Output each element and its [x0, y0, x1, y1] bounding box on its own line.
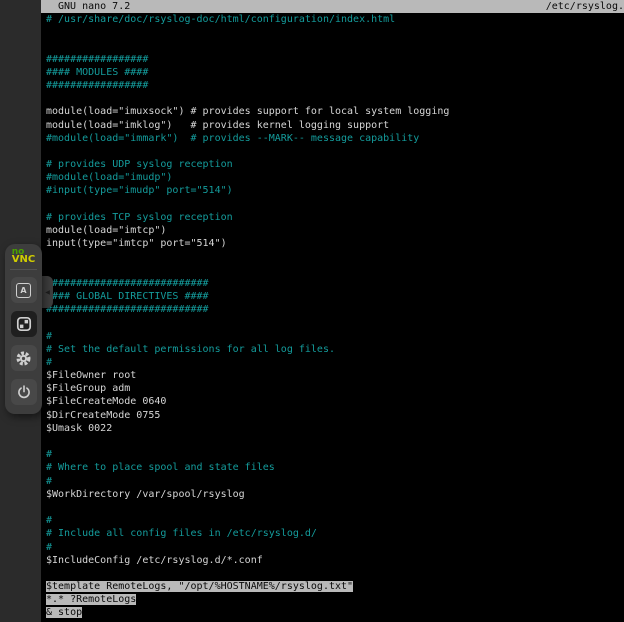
terminal-line: module(load="imklog") # provides kernel … [46, 119, 624, 132]
terminal-line: # [46, 356, 624, 369]
terminal-line: module(load="imtcp") [46, 224, 624, 237]
fullscreen-icon [16, 316, 32, 332]
terminal-line: #module(load="immark") # provides --MARK… [46, 132, 624, 145]
terminal-line: #input(type="imudp" port="514") [46, 184, 624, 197]
terminal-line: # Set the default permissions for all lo… [46, 343, 624, 356]
extra-keys-button[interactable]: A [11, 277, 37, 303]
terminal-line [46, 264, 624, 277]
terminal-line [46, 250, 624, 263]
terminal-line [46, 26, 624, 39]
terminal-line: module(load="imuxsock") # provides suppo… [46, 105, 624, 118]
terminal-line: # [46, 448, 624, 461]
terminal-line [46, 316, 624, 329]
terminal-line: $FileGroup adm [46, 382, 624, 395]
terminal-line [46, 39, 624, 52]
terminal-line: # provides UDP syslog reception [46, 158, 624, 171]
terminal-line: $template RemoteLogs, "/opt/%HOSTNAME%/r… [46, 580, 624, 593]
nano-filename-label: /etc/rsyslog. [546, 0, 624, 13]
terminal-line: $FileOwner root [46, 369, 624, 382]
collapse-arrow-icon: ◀ [45, 289, 50, 296]
novnc-logo: no VNC [12, 248, 35, 264]
terminal-line: #### MODULES #### [46, 66, 624, 79]
power-button[interactable] [11, 379, 37, 405]
terminal-line: ################# [46, 53, 624, 66]
terminal-line [46, 198, 624, 211]
terminal-line: # [46, 514, 624, 527]
terminal-line: # Include all config files in /etc/rsysl… [46, 527, 624, 540]
terminal-line: #module(load="imudp") [46, 171, 624, 184]
terminal-line: $FileCreateMode 0640 [46, 395, 624, 408]
terminal-line [46, 145, 624, 158]
terminal-line [46, 435, 624, 448]
terminal-line: # /usr/share/doc/rsyslog-doc/html/config… [46, 13, 624, 26]
novnc-control-bar: no VNC A [5, 244, 42, 414]
novnc-logo-vnc: VNC [12, 256, 35, 264]
nano-titlebar: GNU nano 7.2 /etc/rsyslog. [41, 0, 624, 13]
terminal-line: ################# [46, 79, 624, 92]
power-icon [16, 384, 32, 400]
terminal-line: # provides TCP syslog reception [46, 211, 624, 224]
a-key-icon: A [16, 283, 31, 298]
terminal-line: # [46, 475, 624, 488]
terminal-line: *.* ?RemoteLogs [46, 593, 624, 606]
settings-button[interactable] [11, 345, 37, 371]
terminal-line: & stop [46, 606, 624, 619]
control-bar-divider [10, 269, 37, 270]
terminal-line [46, 92, 624, 105]
terminal-line: $Umask 0022 [46, 422, 624, 435]
terminal-line: ########################### [46, 303, 624, 316]
novnc-viewport: GNU nano 7.2 /etc/rsyslog. # /usr/share/… [0, 0, 624, 622]
fullscreen-button[interactable] [11, 311, 37, 337]
control-bar-handle[interactable]: ◀ [42, 276, 53, 308]
terminal-line: input(type="imtcp" port="514") [46, 237, 624, 250]
terminal-line: # Where to place spool and state files [46, 461, 624, 474]
terminal-line [46, 567, 624, 580]
gear-icon [15, 350, 32, 367]
terminal-line [46, 501, 624, 514]
terminal-line: ########################### [46, 277, 624, 290]
terminal-line: #### GLOBAL DIRECTIVES #### [46, 290, 624, 303]
terminal-line: $DirCreateMode 0755 [46, 409, 624, 422]
terminal-line: $IncludeConfig /etc/rsyslog.d/*.conf [46, 554, 624, 567]
terminal-window[interactable]: GNU nano 7.2 /etc/rsyslog. # /usr/share/… [41, 0, 624, 622]
terminal-line: # [46, 541, 624, 554]
nano-version-label: GNU nano 7.2 [41, 0, 130, 13]
terminal-line: # [46, 330, 624, 343]
nano-editor-content[interactable]: # /usr/share/doc/rsyslog-doc/html/config… [41, 13, 624, 620]
terminal-line: $WorkDirectory /var/spool/rsyslog [46, 488, 624, 501]
